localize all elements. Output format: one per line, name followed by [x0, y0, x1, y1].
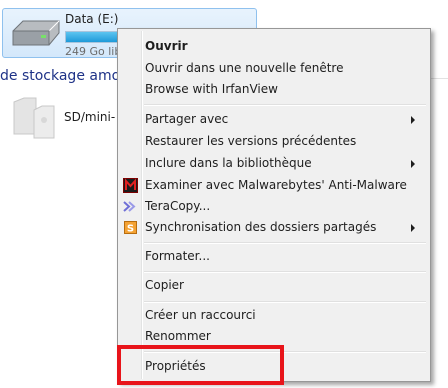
- menu-item-open[interactable]: Ouvrir: [120, 36, 428, 57]
- context-menu: Ouvrir Ouvrir dans une nouvelle fenêtre …: [117, 28, 431, 382]
- sd-card-icon: [13, 97, 55, 139]
- menu-separator: [144, 271, 426, 273]
- menu-item-include-library[interactable]: Inclure dans la bibliothèque: [120, 153, 428, 174]
- menu-item-create-shortcut[interactable]: Créer un raccourci: [120, 305, 428, 326]
- menu-item-share-with[interactable]: Partager avec: [120, 109, 428, 130]
- menu-item-label: Ouvrir dans une nouvelle fenêtre: [145, 61, 344, 75]
- drive-free-space: 249 Go lib: [65, 45, 122, 58]
- menu-item-label: Inclure dans la bibliothèque: [145, 156, 312, 170]
- submenu-arrow-icon: [411, 224, 415, 232]
- hard-drive-icon: [12, 20, 60, 46]
- sd-device-label: SD/mini-: [64, 110, 116, 124]
- menu-item-label: Formater...: [145, 249, 210, 263]
- menu-item-label: Renommer: [145, 329, 211, 343]
- svg-text:S: S: [127, 224, 134, 235]
- menu-item-format[interactable]: Formater...: [120, 246, 428, 267]
- menu-item-browse-irfanview[interactable]: Browse with IrfanView: [120, 79, 428, 100]
- menu-item-label: Copier: [145, 278, 184, 292]
- malwarebytes-icon: [123, 178, 138, 193]
- submenu-arrow-icon: [411, 160, 415, 168]
- menu-item-open-new-window[interactable]: Ouvrir dans une nouvelle fenêtre: [120, 58, 428, 79]
- menu-separator: [144, 351, 426, 353]
- menu-separator: [144, 242, 426, 244]
- section-heading-removable-storage: de stockage amo: [0, 68, 121, 84]
- menu-item-label: Examiner avec Malwarebytes' Anti-Malware: [145, 178, 407, 192]
- menu-item-label: Partager avec: [145, 112, 229, 126]
- menu-item-label: Restaurer les versions précédentes: [145, 134, 357, 148]
- drive-title: Data (E:): [65, 12, 119, 26]
- menu-separator: [144, 104, 426, 106]
- menu-item-label: Propriétés: [145, 359, 206, 373]
- menu-item-label: TeraCopy...: [145, 199, 211, 213]
- menu-separator: [144, 301, 426, 303]
- menu-item-sync-shared-folders[interactable]: S Synchronisation des dossiers partagés: [120, 217, 428, 238]
- submenu-arrow-icon: [411, 116, 415, 124]
- menu-item-label: Ouvrir: [145, 39, 188, 53]
- menu-item-teracopy[interactable]: TeraCopy...: [120, 196, 428, 217]
- menu-item-restore-versions[interactable]: Restaurer les versions précédentes: [120, 131, 428, 152]
- menu-item-rename[interactable]: Renommer: [120, 326, 428, 347]
- sync-folders-icon: S: [124, 221, 137, 235]
- menu-item-label: Créer un raccourci: [145, 308, 256, 322]
- menu-item-label: Synchronisation des dossiers partagés: [145, 220, 377, 234]
- menu-item-malwarebytes-scan[interactable]: Examiner avec Malwarebytes' Anti-Malware: [120, 175, 428, 196]
- menu-item-properties[interactable]: Propriétés: [120, 356, 428, 377]
- teracopy-icon: [123, 201, 136, 212]
- menu-item-copy[interactable]: Copier: [120, 275, 428, 296]
- menu-item-label: Browse with IrfanView: [145, 82, 278, 96]
